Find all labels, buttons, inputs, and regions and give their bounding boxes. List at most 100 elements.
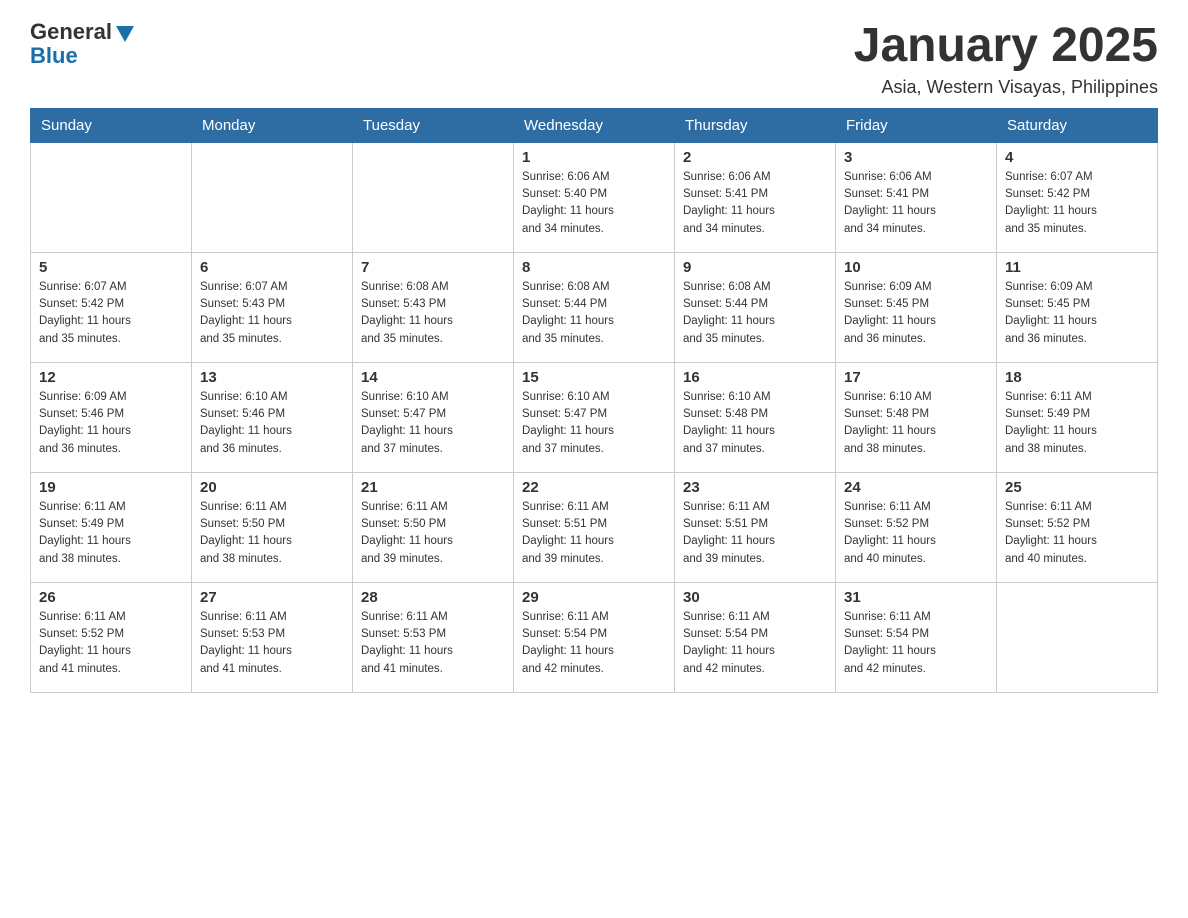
day-number: 29	[522, 589, 666, 606]
day-info: Sunrise: 6:08 AM Sunset: 5:44 PM Dayligh…	[683, 279, 827, 348]
calendar-cell	[997, 582, 1158, 692]
month-title: January 2025	[854, 20, 1158, 73]
calendar-day-header: Thursday	[675, 108, 836, 142]
day-number: 31	[844, 589, 988, 606]
day-info: Sunrise: 6:11 AM Sunset: 5:53 PM Dayligh…	[200, 609, 344, 678]
calendar-week-row: 12Sunrise: 6:09 AM Sunset: 5:46 PM Dayli…	[31, 362, 1158, 472]
day-number: 15	[522, 369, 666, 386]
day-number: 8	[522, 259, 666, 276]
logo-blue: Blue	[30, 44, 136, 68]
day-info: Sunrise: 6:11 AM Sunset: 5:51 PM Dayligh…	[683, 499, 827, 568]
calendar-week-row: 26 Sunrise: 6:11 AM Sunset: 5:52 PM Dayli…	[31, 582, 1158, 692]
day-number: 5	[39, 259, 183, 276]
day-info: Sunrise: 6:07 AM Sunset: 5:42 PM Dayligh…	[1005, 169, 1149, 238]
day-number: 11	[1005, 259, 1149, 276]
day-number: 26	[39, 589, 183, 606]
calendar-cell: 22 Sunrise: 6:11 AM Sunset: 5:51 PM Dayli…	[514, 472, 675, 582]
day-info: Sunrise: 6:11 AM Sunset: 5:51 PM Dayligh…	[522, 499, 666, 568]
calendar-cell: 31Sunrise: 6:11 AM Sunset: 5:54 PM Dayli…	[836, 582, 997, 692]
calendar-cell: 26 Sunrise: 6:11 AM Sunset: 5:52 PM Dayli…	[31, 582, 192, 692]
day-number: 1	[522, 149, 666, 166]
logo: General Blue	[30, 20, 136, 68]
logo-general: General	[30, 20, 112, 44]
day-number: 13	[200, 369, 344, 386]
day-number: 28	[361, 589, 505, 606]
calendar-week-row: 1 Sunrise: 6:06 AM Sunset: 5:40 PM Daylig…	[31, 142, 1158, 252]
day-number: 20	[200, 479, 344, 496]
day-number: 27	[200, 589, 344, 606]
calendar-cell: 10 Sunrise: 6:09 AM Sunset: 5:45 PM Dayli…	[836, 252, 997, 362]
day-info: Sunrise: 6:10 AM Sunset: 5:48 PM Dayligh…	[844, 389, 988, 458]
day-info: Sunrise: 6:09 AM Sunset: 5:45 PM Dayligh…	[1005, 279, 1149, 348]
day-number: 19	[39, 479, 183, 496]
day-number: 18	[1005, 369, 1149, 386]
day-info: Sunrise: 6:06 AM Sunset: 5:41 PM Dayligh…	[844, 169, 988, 238]
day-number: 2	[683, 149, 827, 166]
day-info: Sunrise: 6:11 AM Sunset: 5:49 PM Dayligh…	[1005, 389, 1149, 458]
calendar-cell: 21 Sunrise: 6:11 AM Sunset: 5:50 PM Dayli…	[353, 472, 514, 582]
day-info: Sunrise: 6:07 AM Sunset: 5:42 PM Dayligh…	[39, 279, 183, 348]
day-info: Sunrise: 6:09 AM Sunset: 5:45 PM Dayligh…	[844, 279, 988, 348]
calendar-cell: 14 Sunrise: 6:10 AM Sunset: 5:47 PM Dayli…	[353, 362, 514, 472]
day-number: 9	[683, 259, 827, 276]
calendar-cell: 15 Sunrise: 6:10 AM Sunset: 5:47 PM Dayli…	[514, 362, 675, 472]
calendar-day-header: Friday	[836, 108, 997, 142]
day-number: 6	[200, 259, 344, 276]
page-header: General Blue January 2025 Asia, Western …	[30, 20, 1158, 98]
day-info: Sunrise: 6:11 AM Sunset: 5:52 PM Dayligh…	[1005, 499, 1149, 568]
calendar-cell	[31, 142, 192, 252]
calendar-cell: 1 Sunrise: 6:06 AM Sunset: 5:40 PM Daylig…	[514, 142, 675, 252]
day-number: 17	[844, 369, 988, 386]
day-number: 24	[844, 479, 988, 496]
day-info: Sunrise: 6:11 AM Sunset: 5:52 PM Dayligh…	[39, 609, 183, 678]
calendar-day-header: Tuesday	[353, 108, 514, 142]
calendar-cell: 5 Sunrise: 6:07 AM Sunset: 5:42 PM Daylig…	[31, 252, 192, 362]
calendar-cell: 17 Sunrise: 6:10 AM Sunset: 5:48 PM Dayli…	[836, 362, 997, 472]
calendar-week-row: 5 Sunrise: 6:07 AM Sunset: 5:42 PM Daylig…	[31, 252, 1158, 362]
calendar-cell: 2 Sunrise: 6:06 AM Sunset: 5:41 PM Daylig…	[675, 142, 836, 252]
day-info: Sunrise: 6:11 AM Sunset: 5:53 PM Dayligh…	[361, 609, 505, 678]
day-number: 4	[1005, 149, 1149, 166]
calendar-cell: 28 Sunrise: 6:11 AM Sunset: 5:53 PM Dayli…	[353, 582, 514, 692]
day-info: Sunrise: 6:07 AM Sunset: 5:43 PM Dayligh…	[200, 279, 344, 348]
calendar-cell: 23Sunrise: 6:11 AM Sunset: 5:51 PM Dayli…	[675, 472, 836, 582]
calendar-day-header: Wednesday	[514, 108, 675, 142]
day-number: 7	[361, 259, 505, 276]
day-info: Sunrise: 6:09 AM Sunset: 5:46 PM Dayligh…	[39, 389, 183, 458]
calendar-cell: 12Sunrise: 6:09 AM Sunset: 5:46 PM Dayli…	[31, 362, 192, 472]
day-number: 10	[844, 259, 988, 276]
day-info: Sunrise: 6:06 AM Sunset: 5:40 PM Dayligh…	[522, 169, 666, 238]
calendar-cell: 25 Sunrise: 6:11 AM Sunset: 5:52 PM Dayli…	[997, 472, 1158, 582]
calendar-cell	[353, 142, 514, 252]
calendar-cell: 20 Sunrise: 6:11 AM Sunset: 5:50 PM Dayli…	[192, 472, 353, 582]
day-info: Sunrise: 6:11 AM Sunset: 5:52 PM Dayligh…	[844, 499, 988, 568]
day-info: Sunrise: 6:11 AM Sunset: 5:50 PM Dayligh…	[361, 499, 505, 568]
calendar-cell: 30 Sunrise: 6:11 AM Sunset: 5:54 PM Dayli…	[675, 582, 836, 692]
day-number: 22	[522, 479, 666, 496]
day-number: 30	[683, 589, 827, 606]
calendar-cell: 16Sunrise: 6:10 AM Sunset: 5:48 PM Dayli…	[675, 362, 836, 472]
calendar-header-row: SundayMondayTuesdayWednesdayThursdayFrid…	[31, 108, 1158, 142]
calendar-week-row: 19Sunrise: 6:11 AM Sunset: 5:49 PM Dayli…	[31, 472, 1158, 582]
location-subtitle: Asia, Western Visayas, Philippines	[854, 77, 1158, 98]
calendar-cell: 8 Sunrise: 6:08 AM Sunset: 5:44 PM Daylig…	[514, 252, 675, 362]
day-info: Sunrise: 6:11 AM Sunset: 5:54 PM Dayligh…	[522, 609, 666, 678]
calendar-cell: 11 Sunrise: 6:09 AM Sunset: 5:45 PM Dayli…	[997, 252, 1158, 362]
calendar-cell: 27 Sunrise: 6:11 AM Sunset: 5:53 PM Dayli…	[192, 582, 353, 692]
calendar-cell: 19Sunrise: 6:11 AM Sunset: 5:49 PM Dayli…	[31, 472, 192, 582]
day-info: Sunrise: 6:11 AM Sunset: 5:54 PM Dayligh…	[683, 609, 827, 678]
day-info: Sunrise: 6:11 AM Sunset: 5:50 PM Dayligh…	[200, 499, 344, 568]
day-number: 25	[1005, 479, 1149, 496]
day-info: Sunrise: 6:10 AM Sunset: 5:46 PM Dayligh…	[200, 389, 344, 458]
calendar-table: SundayMondayTuesdayWednesdayThursdayFrid…	[30, 108, 1158, 693]
calendar-cell: 13 Sunrise: 6:10 AM Sunset: 5:46 PM Dayli…	[192, 362, 353, 472]
day-info: Sunrise: 6:10 AM Sunset: 5:47 PM Dayligh…	[522, 389, 666, 458]
title-section: January 2025 Asia, Western Visayas, Phil…	[854, 20, 1158, 98]
day-info: Sunrise: 6:08 AM Sunset: 5:44 PM Dayligh…	[522, 279, 666, 348]
day-info: Sunrise: 6:10 AM Sunset: 5:47 PM Dayligh…	[361, 389, 505, 458]
calendar-day-header: Saturday	[997, 108, 1158, 142]
day-number: 21	[361, 479, 505, 496]
day-number: 14	[361, 369, 505, 386]
calendar-cell: 3Sunrise: 6:06 AM Sunset: 5:41 PM Daylig…	[836, 142, 997, 252]
day-info: Sunrise: 6:06 AM Sunset: 5:41 PM Dayligh…	[683, 169, 827, 238]
